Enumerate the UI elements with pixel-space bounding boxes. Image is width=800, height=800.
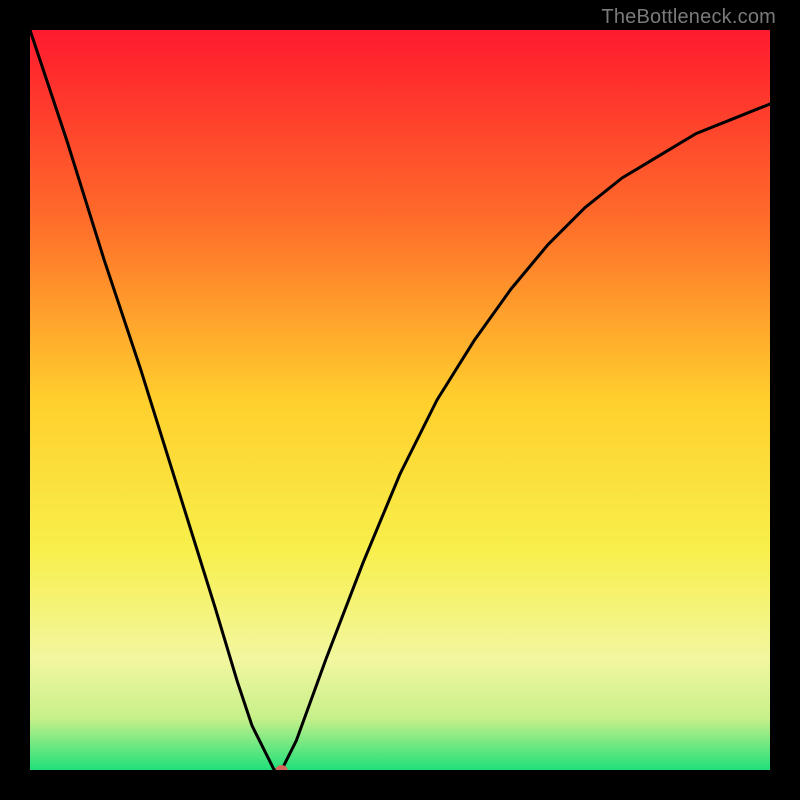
plot-area <box>30 30 770 770</box>
chart-svg <box>30 30 770 770</box>
chart-frame: TheBottleneck.com <box>0 0 800 800</box>
gradient-background <box>30 30 770 770</box>
watermark-label: TheBottleneck.com <box>601 6 776 29</box>
